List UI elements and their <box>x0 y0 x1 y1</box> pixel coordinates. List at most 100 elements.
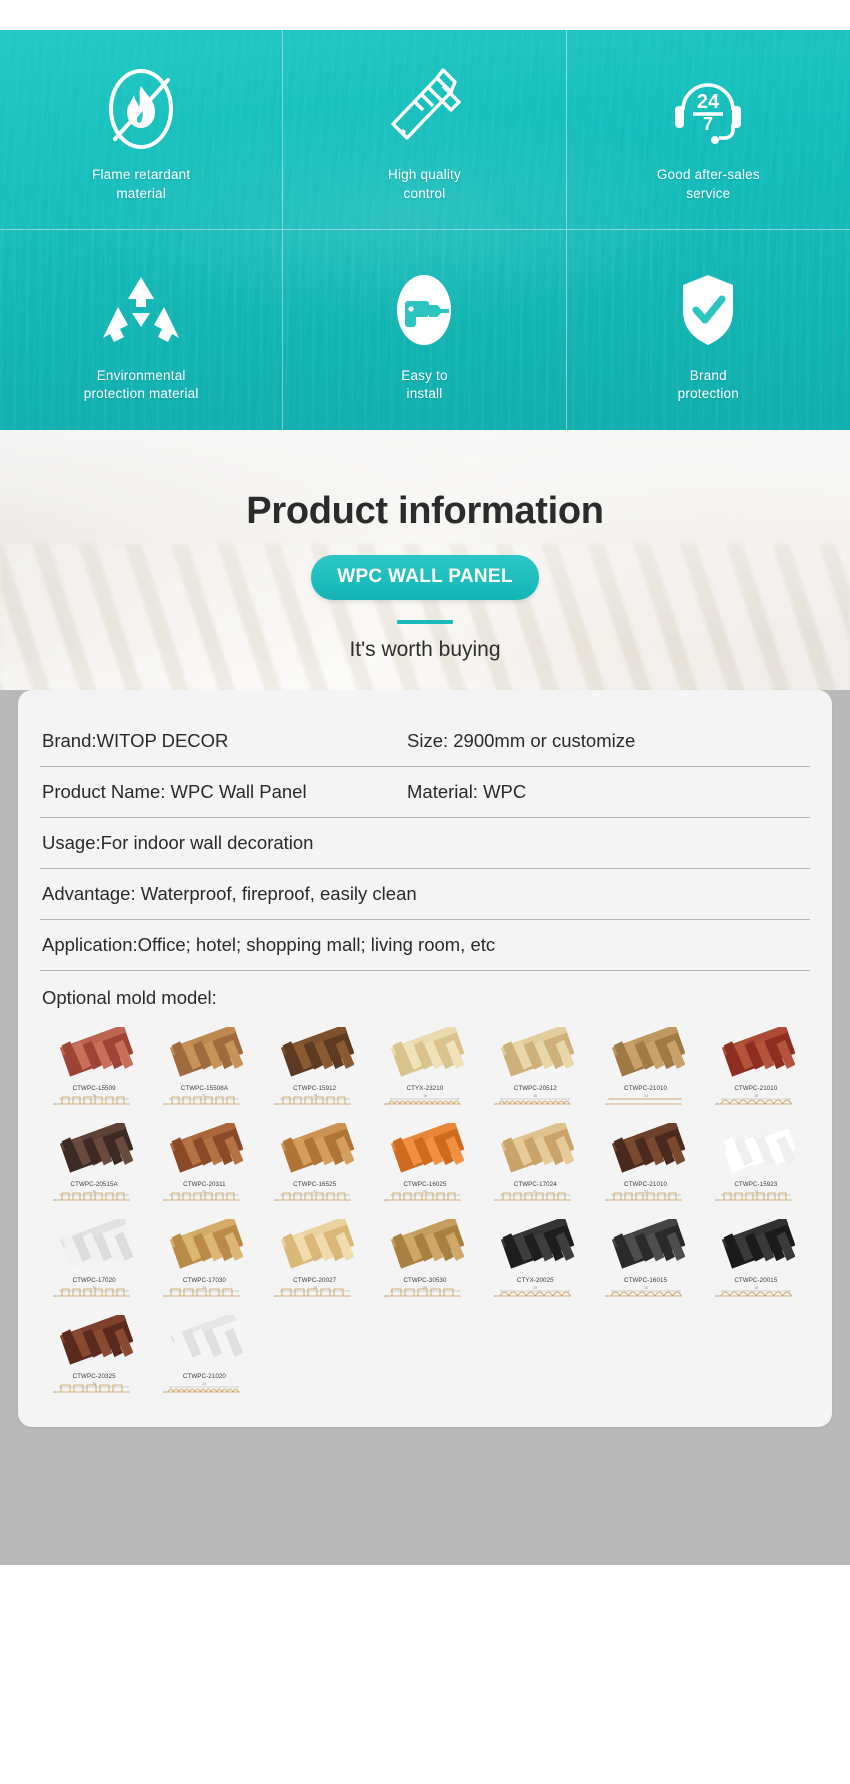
svg-text:20: 20 <box>533 1286 537 1290</box>
mold-panel-thumbnail <box>717 1219 795 1271</box>
svg-text:25: 25 <box>53 1198 57 1202</box>
feature-label-line2: material <box>116 185 166 201</box>
svg-text:20: 20 <box>494 1294 498 1298</box>
mold-model-item[interactable]: CTWPC-16525 22 22 <box>261 1117 369 1209</box>
mold-cross-section-diagram: 20 20 <box>383 1189 467 1205</box>
svg-text:18: 18 <box>533 1094 537 1098</box>
drill-install-icon <box>381 263 467 357</box>
mold-model-code: CTWPC-15509 <box>72 1085 116 1092</box>
mold-panel-thumbnail <box>276 1027 354 1079</box>
mold-cross-section-diagram: 21 21 <box>162 1093 246 1109</box>
mold-model-item[interactable]: CTWPC-17024 21 21 <box>481 1117 589 1209</box>
caliper-quality-icon <box>381 62 467 156</box>
mold-model-code: CTWPC-20325 <box>72 1373 116 1380</box>
mold-cross-section-diagram: 19 19 <box>162 1285 246 1301</box>
svg-text:24: 24 <box>163 1390 167 1394</box>
mold-model-item[interactable]: CTWPC-20311 20 20 <box>150 1117 258 1209</box>
mold-cross-section-diagram: 20 20 <box>273 1285 357 1301</box>
mold-model-item[interactable]: CTWPC-15509 16 16 <box>40 1021 148 1113</box>
feature-label-line1: Flame retardant <box>92 167 191 183</box>
spec-cell-size: Size: 2900mm or customize <box>407 730 636 751</box>
spec-row: Brand:WITOP DECOR Size: 2900mm or custom… <box>40 716 810 767</box>
mold-panel-thumbnail <box>607 1219 685 1271</box>
headset-24-7-icon: 24 7 <box>665 62 751 156</box>
mold-model-item[interactable]: CTWPC-17030 19 19 <box>150 1213 258 1305</box>
mold-model-item[interactable]: CTWPC-16025 20 20 <box>371 1117 479 1209</box>
feature-label: High quality control <box>388 166 461 202</box>
mold-cross-section-diagram: 19 19 <box>273 1093 357 1109</box>
mold-model-code: CTWPC-30530 <box>403 1277 447 1284</box>
specifications-section: Brand:WITOP DECOR Size: 2900mm or custom… <box>0 690 850 1475</box>
mold-model-item[interactable]: CTYX-23210 18 18 <box>371 1021 479 1113</box>
mold-cross-section-diagram: 24 24 <box>52 1381 136 1397</box>
shield-check-icon <box>665 263 751 357</box>
mold-model-item[interactable]: CTWPC-20015 18 18 <box>702 1213 810 1305</box>
feature-label-line1: Good after-sales <box>656 167 760 183</box>
svg-text:28: 28 <box>423 1286 427 1290</box>
mold-model-code: CTWPC-15923 <box>734 1181 778 1188</box>
mold-cross-section-diagram: 18 18 <box>493 1093 577 1109</box>
svg-text:24: 24 <box>53 1294 57 1298</box>
svg-text:20: 20 <box>203 1190 207 1194</box>
feature-item-flame-retardant: Flame retardant material <box>0 30 284 230</box>
mold-panel-thumbnail <box>165 1027 244 1079</box>
mold-model-item[interactable]: CTWPC-17020 24 24 <box>40 1213 148 1305</box>
mold-model-item[interactable]: CTYX-20025 20 20 <box>481 1213 589 1305</box>
mold-panel-thumbnail <box>717 1123 795 1175</box>
page-title: Product information <box>246 490 604 532</box>
mold-model-item[interactable]: CTWPC-21020 24 24 <box>150 1309 258 1401</box>
mold-model-code: CTWPC-17024 <box>513 1181 557 1188</box>
feature-banner: Flame retardant material High quality co… <box>0 30 850 430</box>
mold-model-code: CTWPC-21020 <box>182 1373 226 1380</box>
feature-item-high-quality: High quality control <box>283 30 567 230</box>
mold-cross-section-diagram: 28 28 <box>383 1285 467 1301</box>
mold-model-item[interactable]: CTWPC-20027 20 20 <box>261 1213 369 1305</box>
feature-item-easy-install: Easy to install <box>283 230 567 430</box>
mold-model-item[interactable]: CTWPC-20512 18 18 <box>481 1021 589 1113</box>
mold-panel-thumbnail <box>717 1027 795 1079</box>
svg-text:20: 20 <box>384 1198 388 1202</box>
mold-model-code: CTWPC-21010 <box>734 1085 778 1092</box>
feature-label: Easy to install <box>401 367 447 403</box>
mold-model-item[interactable]: CTWPC-30530 28 28 <box>371 1213 479 1305</box>
feature-item-brand-protection: Brand protection <box>567 230 850 430</box>
mold-model-item[interactable]: CTWPC-15912 19 19 <box>261 1021 369 1113</box>
mold-model-item[interactable]: CTWPC-20325 24 24 <box>40 1309 148 1401</box>
spec-cell-application: Application:Office; hotel; shopping mall… <box>42 934 496 955</box>
mold-model-code: CTWPC-16525 <box>293 1181 337 1188</box>
svg-text:22: 22 <box>604 1198 608 1202</box>
mold-panel-thumbnail <box>607 1027 685 1079</box>
mold-panel-thumbnail <box>386 1219 464 1271</box>
svg-text:22: 22 <box>274 1198 278 1202</box>
svg-text:18: 18 <box>644 1286 648 1290</box>
spec-row: Usage:For indoor wall decoration <box>40 818 810 869</box>
mold-model-item[interactable]: CTWPC-21010 22 22 <box>591 1117 699 1209</box>
svg-text:19: 19 <box>163 1294 167 1298</box>
svg-text:22: 22 <box>644 1190 648 1194</box>
mold-model-item[interactable]: CTWPC-16015 18 18 <box>591 1213 699 1305</box>
feature-label-line2: protection material <box>83 386 199 401</box>
mold-panel-thumbnail <box>386 1123 464 1175</box>
mold-model-item[interactable]: CTWPC-15508A 21 21 <box>150 1021 258 1113</box>
svg-text:24: 24 <box>203 1382 207 1386</box>
feature-item-environmental: Environmental protection material <box>0 230 284 430</box>
mold-model-code: CTWPC-16025 <box>403 1181 447 1188</box>
accent-divider <box>397 620 453 624</box>
feature-label-line2: service <box>686 185 731 201</box>
svg-text:20: 20 <box>163 1198 167 1202</box>
mold-panel-thumbnail <box>55 1123 134 1175</box>
recycle-icon <box>98 263 184 357</box>
mold-panel-thumbnail <box>165 1219 244 1271</box>
feature-label-line2: install <box>406 386 443 401</box>
mold-model-code: CTWPC-21010 <box>624 1181 668 1188</box>
feature-label-line2: control <box>403 185 446 201</box>
mold-cross-section-diagram: 25 25 <box>52 1189 136 1205</box>
optional-mold-model-title: Optional mold model: <box>42 987 217 1008</box>
mold-model-item[interactable]: CTWPC-20515A 25 25 <box>40 1117 148 1209</box>
page-subtitle: It's worth buying <box>349 638 501 661</box>
mold-model-code: CTWPC-15508A <box>180 1085 229 1092</box>
mold-model-code: CTWPC-17030 <box>182 1277 226 1284</box>
mold-model-item[interactable]: CTWPC-21010 28 28 <box>702 1021 810 1113</box>
mold-model-item[interactable]: CTWPC-15923 24 24 <box>702 1117 810 1209</box>
mold-model-item[interactable]: CTWPC-21010 14 14 <box>591 1021 699 1113</box>
